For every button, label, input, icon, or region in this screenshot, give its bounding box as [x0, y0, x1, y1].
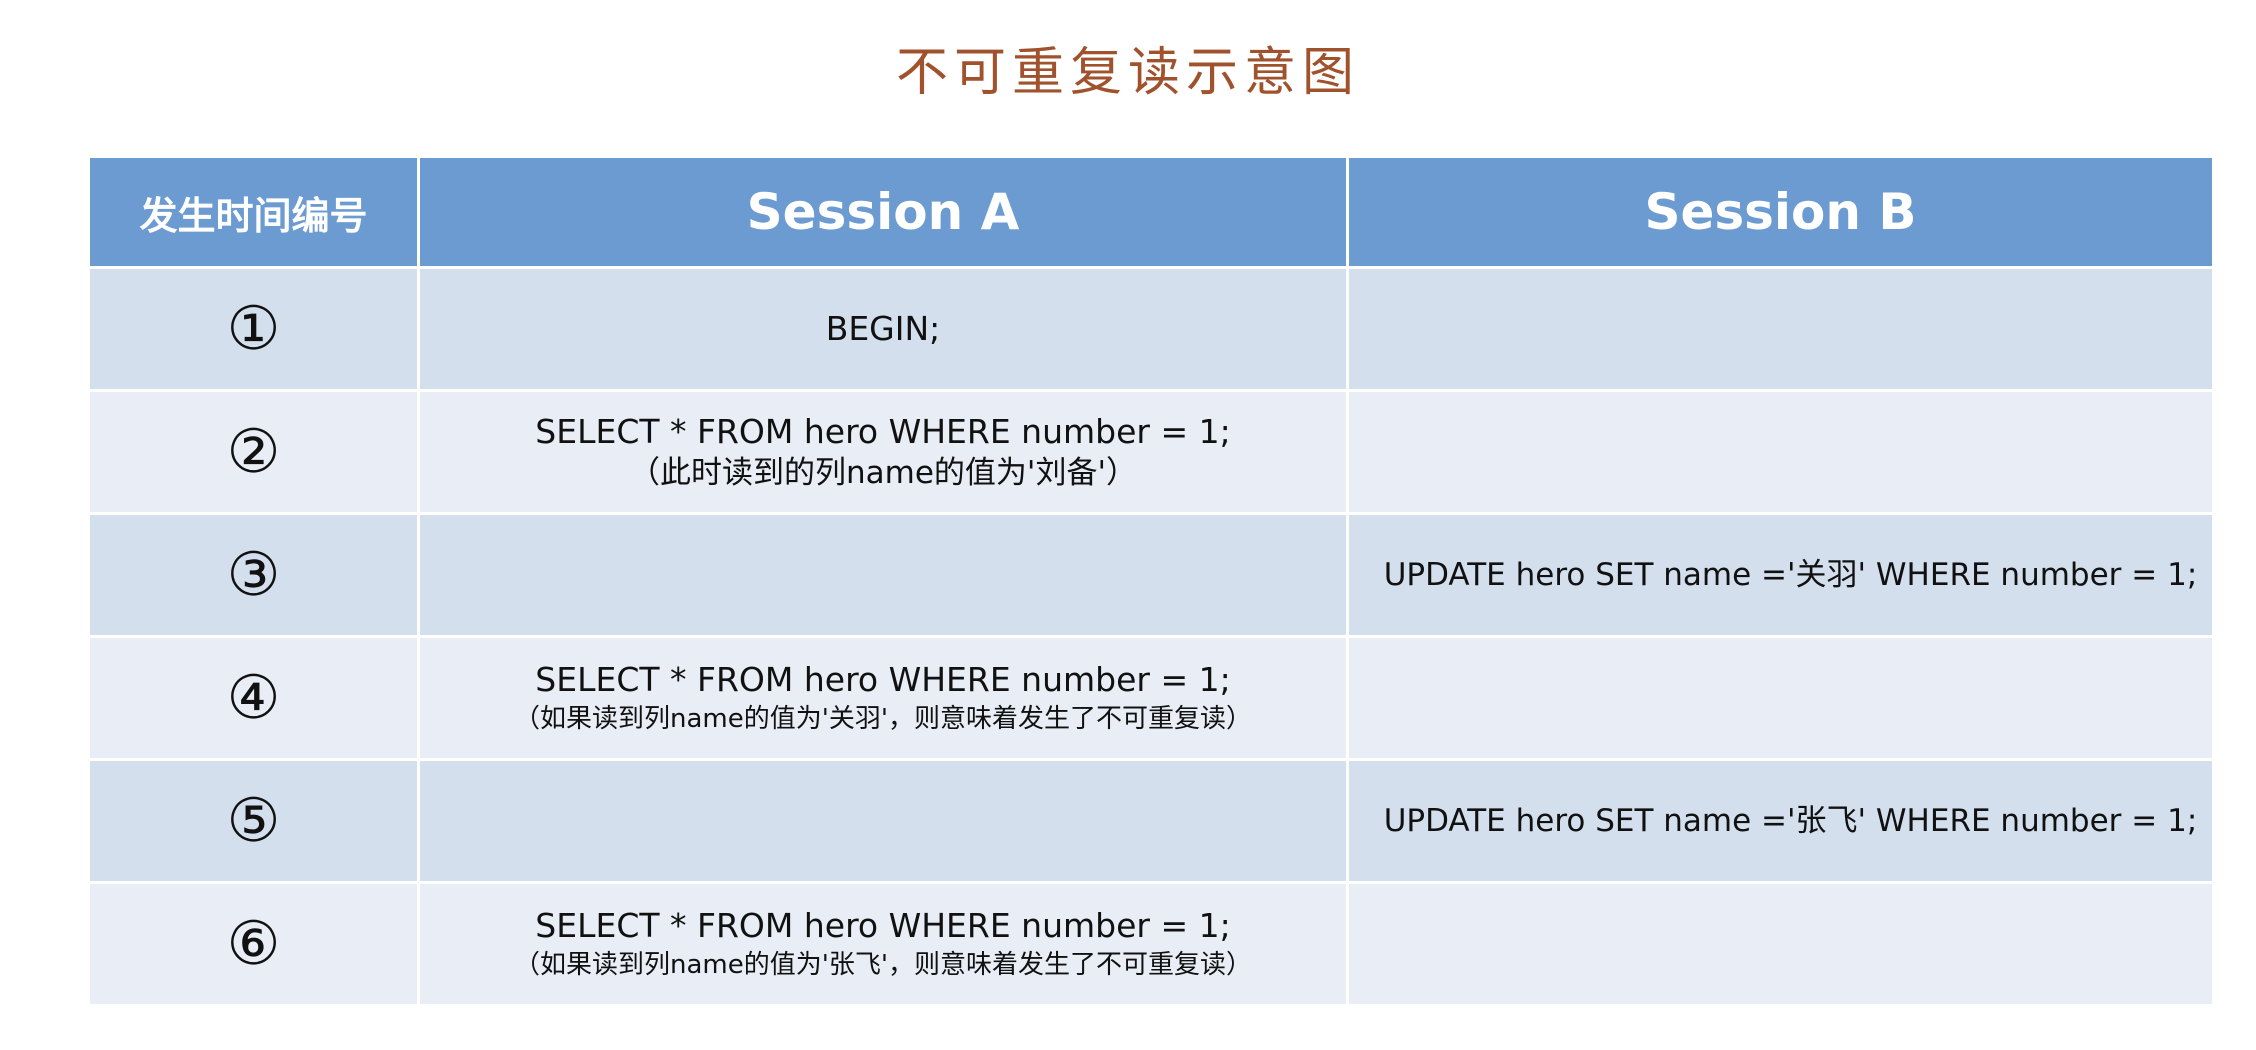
seq-number: ② [226, 417, 281, 487]
seq-cell: ⑥ [87, 881, 420, 1007]
table-row: ③ UPDATE hero SET name ='关羽' WHERE numbe… [87, 512, 2215, 638]
seq-cell: ③ [87, 512, 420, 638]
session-b-statement: UPDATE hero SET name ='关羽' WHERE number … [1383, 557, 2198, 593]
table-row: ⑥ SELECT * FROM hero WHERE number = 1; （… [87, 881, 2215, 1007]
table-row: ⑤ UPDATE hero SET name ='张飞' WHERE numbe… [87, 758, 2215, 884]
session-a-cell: SELECT * FROM hero WHERE number = 1; （如果… [417, 881, 1349, 1007]
session-a-note: （此时读到的列name的值为'刘备'） [629, 455, 1137, 491]
session-b-cell [1346, 389, 2215, 515]
session-a-note: （如果读到列name的值为'张飞'，则意味着发生了不可重复读） [513, 950, 1253, 980]
header-session-a: Session A [417, 155, 1349, 269]
session-b-cell: UPDATE hero SET name ='关羽' WHERE number … [1346, 512, 2215, 638]
diagram-title: 不可重复读示意图 [895, 43, 1360, 103]
session-a-statement: SELECT * FROM hero WHERE number = 1; [535, 906, 1231, 945]
seq-number: ④ [226, 663, 281, 733]
table-row: ② SELECT * FROM hero WHERE number = 1; （… [87, 389, 2215, 515]
session-b-cell [1346, 266, 2215, 392]
session-a-statement: SELECT * FROM hero WHERE number = 1; [535, 660, 1231, 699]
session-a-statement: BEGIN; [825, 309, 941, 348]
session-a-cell [417, 512, 1349, 638]
session-a-cell [417, 758, 1349, 884]
table-row: ④ SELECT * FROM hero WHERE number = 1; （… [87, 635, 2215, 761]
session-a-cell: SELECT * FROM hero WHERE number = 1; （如果… [417, 635, 1349, 761]
seq-cell: ⑤ [87, 758, 420, 884]
seq-cell: ④ [87, 635, 420, 761]
session-b-cell [1346, 635, 2215, 761]
seq-number: ⑥ [226, 909, 281, 979]
header-session-b: Session B [1346, 155, 2215, 269]
session-a-note: （如果读到列name的值为'关羽'，则意味着发生了不可重复读） [513, 704, 1253, 734]
session-a-cell: SELECT * FROM hero WHERE number = 1; （此时… [417, 389, 1349, 515]
seq-cell: ② [87, 389, 420, 515]
seq-cell: ① [87, 266, 420, 392]
table-row: ① BEGIN; [87, 266, 2215, 392]
transaction-table: 发生时间编号 Session A Session B ① BEGIN; ② SE… [87, 155, 2215, 1007]
session-a-cell: BEGIN; [417, 266, 1349, 392]
seq-number: ① [226, 294, 281, 364]
session-b-cell [1346, 881, 2215, 1007]
session-b-statement: UPDATE hero SET name ='张飞' WHERE number … [1383, 803, 2198, 839]
seq-number: ③ [226, 540, 281, 610]
table-header-row: 发生时间编号 Session A Session B [87, 155, 2215, 269]
header-seq: 发生时间编号 [87, 155, 420, 269]
seq-number: ⑤ [226, 786, 281, 856]
session-a-statement: SELECT * FROM hero WHERE number = 1; [535, 412, 1231, 451]
session-b-cell: UPDATE hero SET name ='张飞' WHERE number … [1346, 758, 2215, 884]
